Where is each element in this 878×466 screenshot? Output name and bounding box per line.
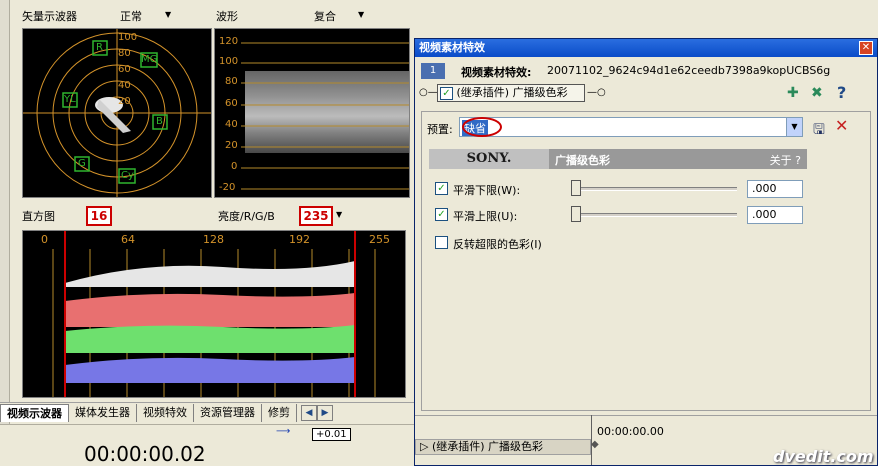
preset-label: 预置: (427, 123, 453, 136)
keyframe-track-header[interactable]: ▷ (继承插件) 广播级色彩 (415, 439, 591, 455)
target-label: R (96, 42, 103, 53)
waveform-y-tick: 0 (231, 161, 238, 172)
smooth-low-slider-thumb[interactable] (571, 180, 581, 196)
histogram-display: 0 64 128 192 255 (22, 230, 406, 398)
panel-gripper[interactable] (0, 0, 10, 466)
clip-name: 20071102_9624c94d1e62ceedb7398a9kopUCBS6… (547, 64, 831, 77)
smooth-low-label: 平滑下限(W): (453, 184, 521, 197)
tab-explorer[interactable]: 资源管理器 (194, 403, 262, 422)
chevron-down-icon[interactable]: ▼ (358, 10, 364, 19)
histogram-mode-dropdown[interactable]: 亮度/R/G/B (218, 208, 275, 224)
tab-media-generators[interactable]: 媒体发生器 (69, 403, 137, 422)
video-event-fx-window: 视频素材特效 ✕ 1 视频素材特效: 20071102_9624c94d1e62… (414, 38, 878, 466)
tab-video-scopes[interactable]: 视频示波器 (0, 403, 69, 422)
waveform-y-tick: 120 (219, 36, 239, 47)
high-marker-label: 235 (299, 206, 333, 226)
waveform-display: 120 100 80 60 40 20 0 -20 (214, 28, 410, 198)
vectorscope-title: 矢量示波器 (22, 10, 77, 23)
vectorscope-display: 100 80 60 40 20 R MG B Cy G YL (22, 28, 212, 198)
smooth-low-checkbox[interactable]: ✓ (435, 182, 448, 195)
dialog-title: 视频素材特效 (415, 39, 877, 57)
waveform-y-tick: 20 (225, 140, 238, 151)
keyframe-marker-icon[interactable]: ◆ (591, 439, 599, 450)
tab-trimmer[interactable]: 修剪 (262, 403, 297, 422)
clip-label: 视频素材特效: (461, 66, 532, 79)
histogram-title: 直方图 (22, 210, 55, 223)
waveform-y-tick: 40 (225, 119, 238, 130)
waveform-y-tick: 60 (225, 98, 238, 109)
chevron-down-icon[interactable]: ▼ (336, 210, 342, 219)
waveform-title: 波形 (216, 10, 238, 23)
invert-out-of-range-label: 反转超限的色彩(I) (453, 238, 542, 251)
expand-triangle-icon[interactable]: ▷ (420, 440, 428, 453)
plugin-title: 广播级色彩 (555, 154, 610, 167)
ring-label: 100 (118, 32, 138, 43)
keyframe-track-label: (继承插件) 广播级色彩 (431, 440, 544, 453)
plugin-enable-checkbox[interactable]: ✓ (440, 86, 453, 100)
sony-logo: SONY. (429, 149, 549, 169)
plugin-header-bar: SONY. 广播级色彩 关于 ? (429, 149, 807, 169)
histogram-x-tick: 64 (121, 233, 135, 246)
keyframe-start-time: 00:00:00.00 (597, 425, 664, 438)
waveform-y-tick: -20 (219, 182, 236, 193)
smooth-high-value-input[interactable]: .000 (747, 206, 803, 224)
ring-label: 80 (118, 48, 131, 59)
chain-plugin-button[interactable]: ✓ (继承插件) 广播级色彩 (437, 84, 585, 102)
smooth-high-slider-thumb[interactable] (571, 206, 581, 222)
about-link[interactable]: 关于 ? (770, 152, 801, 168)
waveform-y-tick: 80 (225, 76, 238, 87)
preset-dropdown[interactable]: 缺省 ▼ (459, 117, 803, 137)
watermark: dvedit.com (773, 447, 874, 466)
target-label: B (156, 116, 163, 127)
remove-plugin-icon[interactable]: ✖ (811, 85, 823, 101)
low-marker-label: 16 (86, 206, 112, 226)
smooth-low-value-input[interactable]: .000 (747, 180, 803, 198)
chain-plugin-label: (继承插件) 广播级色彩 (456, 86, 568, 99)
histogram-x-tick: 192 (289, 233, 310, 246)
tab-video-fx[interactable]: 视频特效 (137, 403, 194, 422)
clip-badge[interactable]: 1 (421, 63, 445, 79)
target-label: Cy (121, 170, 134, 181)
chevron-right-icon[interactable]: ▶ (317, 404, 333, 421)
highlight-circle (462, 117, 502, 137)
waveform-mode-dropdown[interactable]: 复合 (314, 8, 336, 24)
target-label: MG (141, 54, 158, 65)
chevron-down-icon[interactable]: ▼ (786, 118, 802, 136)
chain-start-icon: ○— (419, 87, 438, 98)
histogram-x-tick: 255 (369, 233, 390, 246)
vectorscope-mode-dropdown[interactable]: 正常 (120, 8, 142, 24)
chevron-down-icon[interactable]: ▼ (165, 10, 171, 19)
smooth-low-slider-track[interactable] (571, 187, 737, 191)
video-scopes-panel: 矢量示波器 正常 ▼ 波形 复合 ▼ 100 80 60 40 20 R MG … (0, 0, 414, 466)
zoom-level: +0.01 (312, 428, 351, 441)
histogram-x-tick: 128 (203, 233, 224, 246)
target-label: G (78, 158, 86, 169)
histogram-x-tick: 0 (41, 233, 48, 246)
delete-preset-icon[interactable]: ✕ (835, 116, 848, 135)
waveform-y-tick: 100 (219, 56, 239, 67)
chain-end-icon: —○ (587, 87, 606, 98)
timecode-display: 00:00:00.02 (84, 442, 206, 466)
ring-label: 20 (118, 96, 131, 107)
smooth-high-checkbox[interactable]: ✓ (435, 208, 448, 221)
ring-label: 40 (118, 80, 131, 91)
target-label: YL (64, 94, 76, 105)
close-icon[interactable]: ✕ (859, 41, 873, 55)
chevron-left-icon[interactable]: ◀ (301, 404, 317, 421)
smooth-high-slider-track[interactable] (571, 213, 737, 217)
invert-out-of-range-checkbox[interactable] (435, 236, 448, 249)
ring-label: 60 (118, 64, 131, 75)
smooth-high-label: 平滑上限(U): (453, 210, 518, 223)
help-icon[interactable]: ? (837, 83, 846, 102)
save-preset-icon[interactable]: 🖫 (813, 119, 825, 143)
add-plugin-icon[interactable]: ✚ (787, 85, 799, 101)
arrow-right-icon: ⟶ (276, 426, 291, 437)
window-docking-tabs: 视频示波器 媒体发生器 视频特效 资源管理器 修剪 ◀ ▶ (0, 402, 414, 422)
timeline-strip (0, 424, 414, 466)
